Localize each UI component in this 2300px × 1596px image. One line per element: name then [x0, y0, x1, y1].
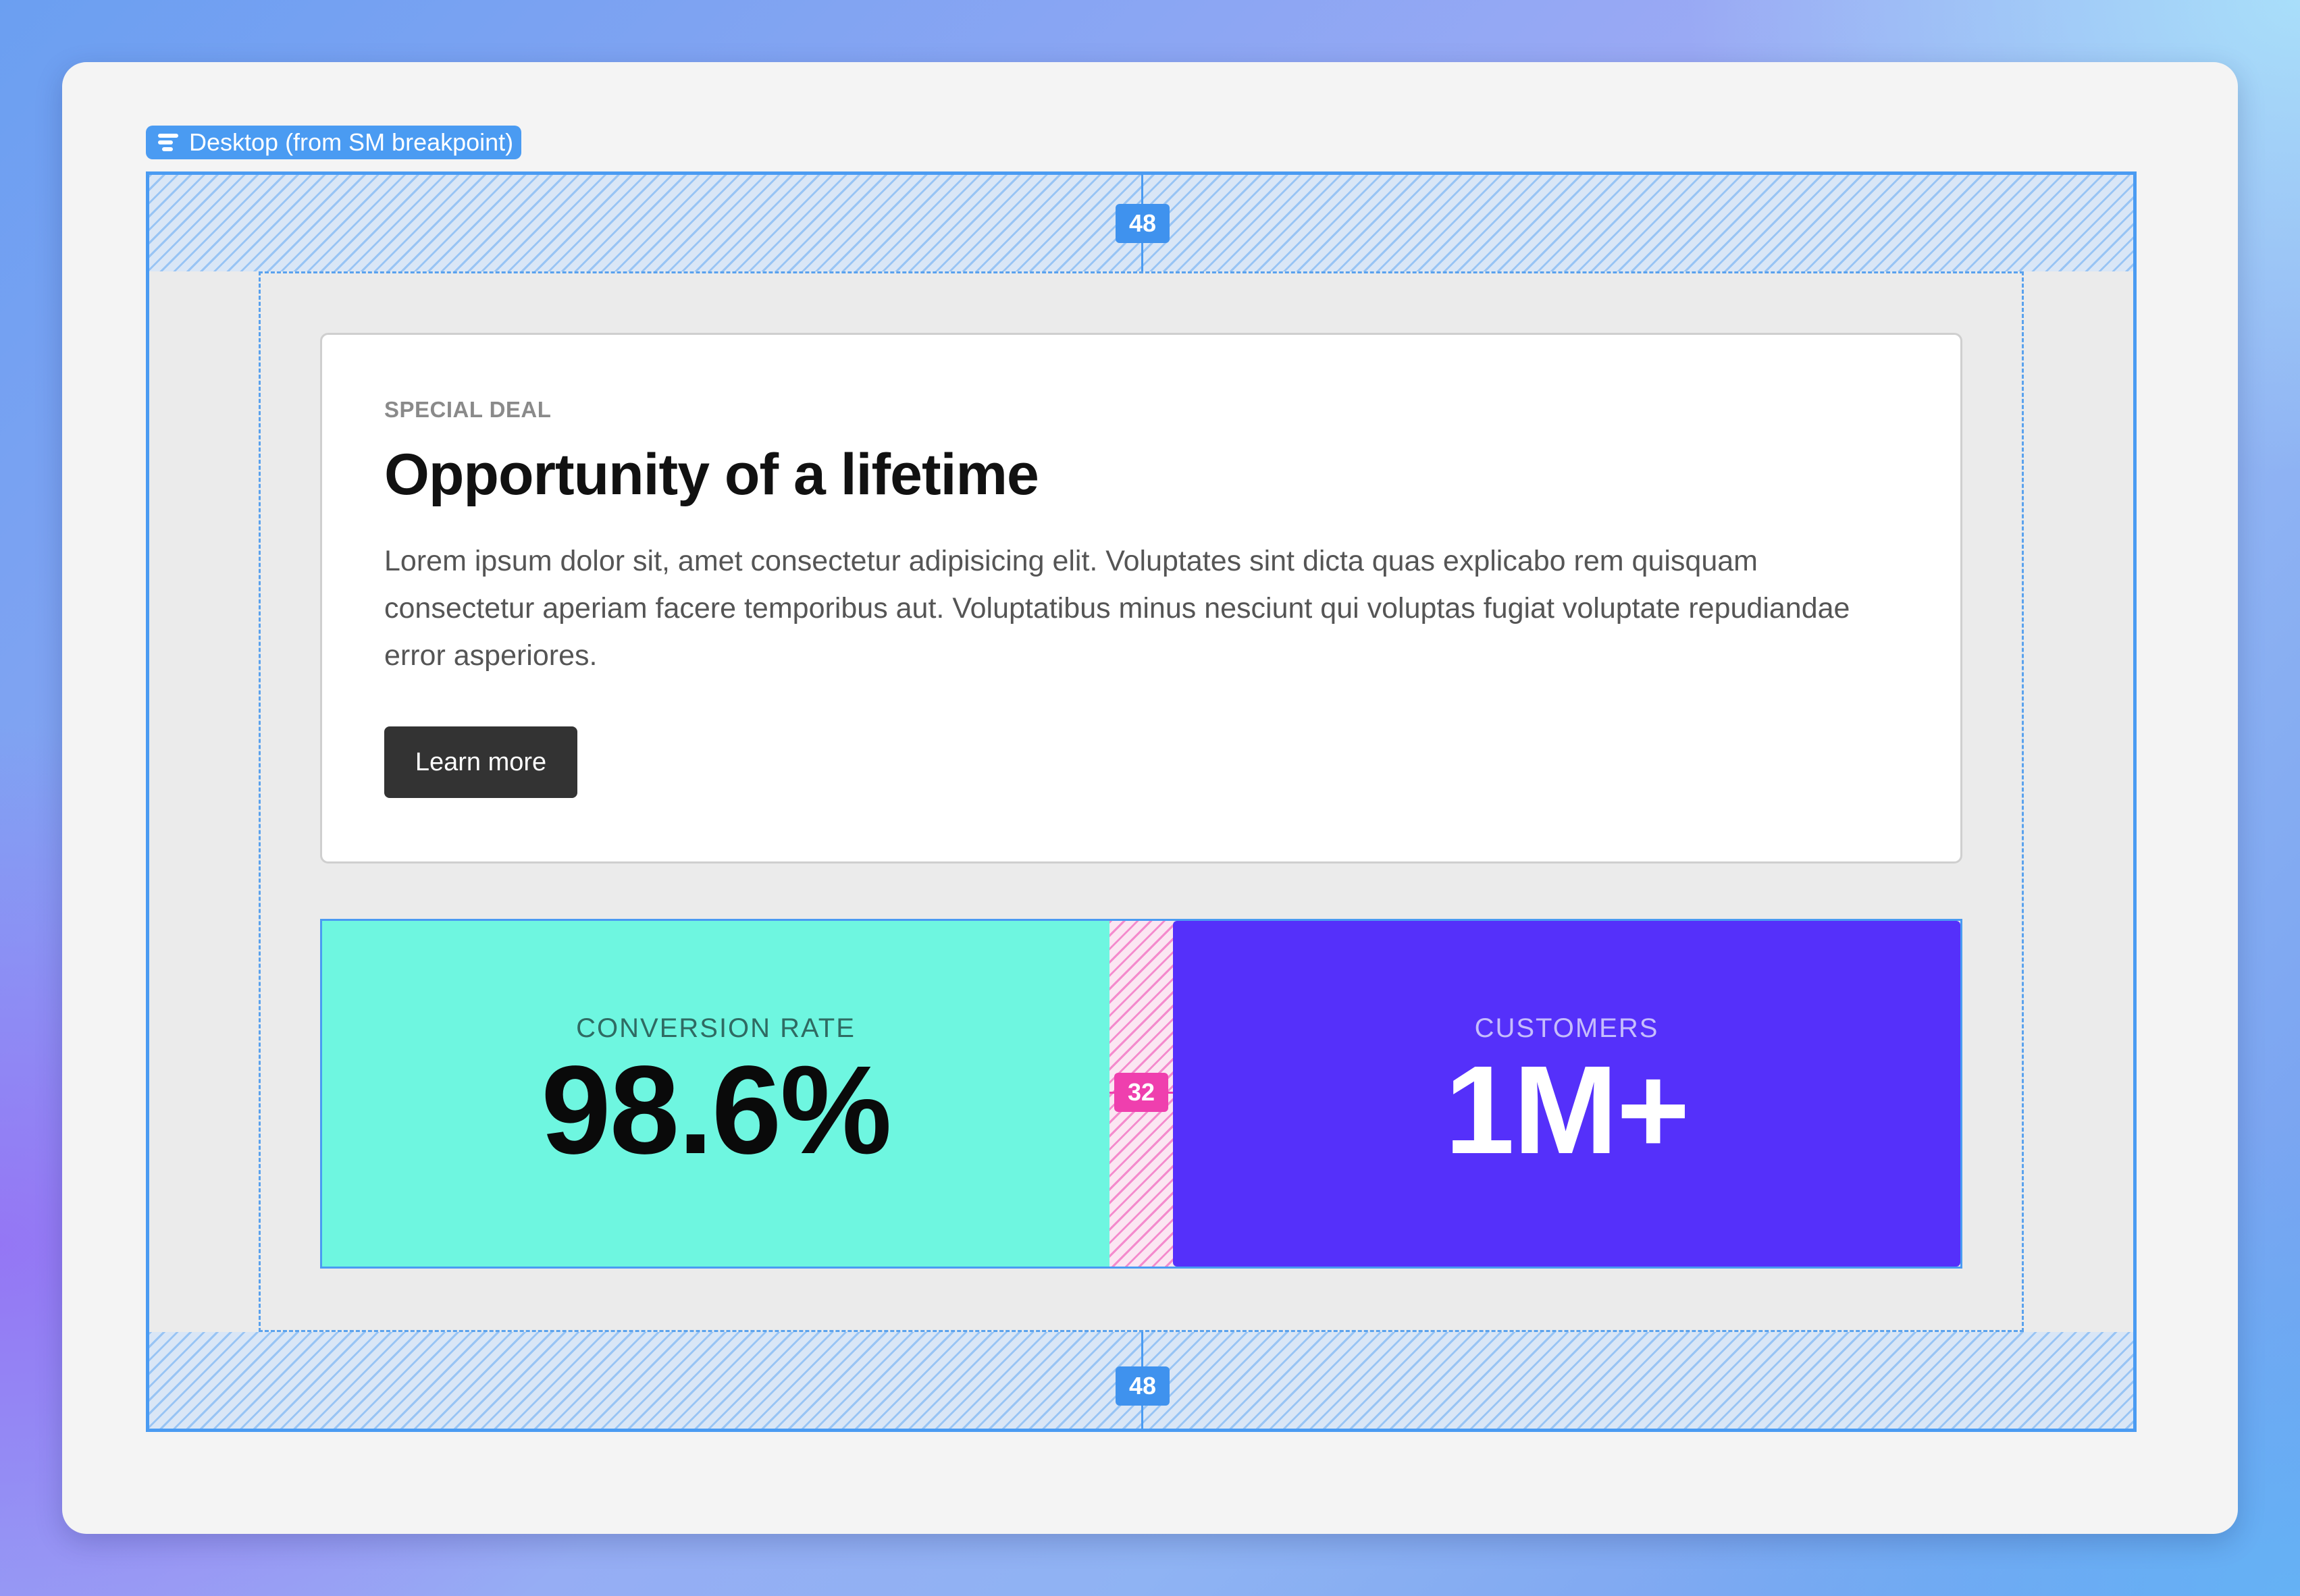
breakpoint-frame-tag[interactable]: Desktop (from SM breakpoint): [146, 126, 522, 159]
stat-label: CUSTOMERS: [1474, 1013, 1659, 1043]
frame-layout-icon: [155, 130, 180, 155]
card-title: Opportunity of a lifetime: [384, 442, 1039, 507]
stat-label: CONVERSION RATE: [576, 1013, 856, 1043]
column-gap-badge[interactable]: 32: [1114, 1073, 1168, 1112]
selected-section-frame[interactable]: 48 48 SPECIAL DEAL Opportunity of a life…: [146, 171, 2137, 1432]
special-deal-card: SPECIAL DEAL Opportunity of a lifetime L…: [320, 333, 1962, 863]
customers-stat: CUSTOMERS 1M+: [1173, 921, 1960, 1267]
stat-value: 1M+: [1444, 1040, 1690, 1180]
stat-value: 98.6%: [541, 1040, 891, 1180]
breakpoint-frame-label: Desktop (from SM breakpoint): [189, 128, 514, 156]
stats-grid[interactable]: CONVERSION RATE 98.6% 32 CUSTOMERS 1M+: [320, 919, 1962, 1269]
card-eyebrow: SPECIAL DEAL: [384, 397, 552, 422]
padding-bottom-badge[interactable]: 48: [1116, 1366, 1170, 1406]
padding-top-badge[interactable]: 48: [1116, 204, 1170, 243]
conversion-rate-stat: CONVERSION RATE 98.6%: [322, 921, 1109, 1267]
card-body: Lorem ipsum dolor sit, amet consectetur …: [384, 545, 1850, 672]
learn-more-button[interactable]: Learn more: [384, 726, 577, 798]
content-container: SPECIAL DEAL Opportunity of a lifetime L…: [259, 271, 2024, 1332]
